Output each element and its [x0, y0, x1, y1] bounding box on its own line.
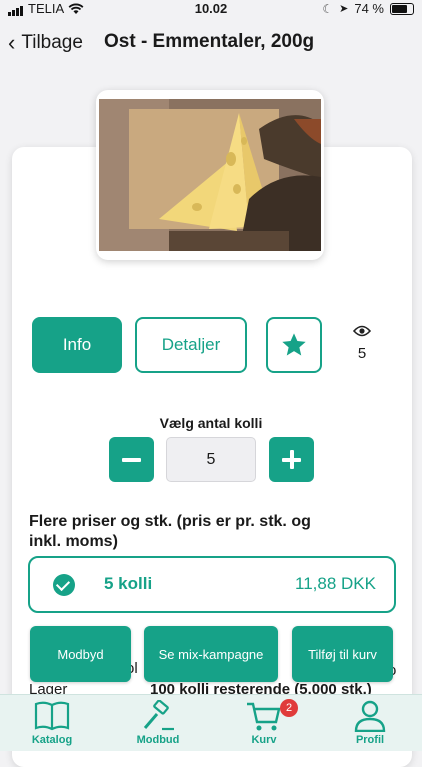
chevron-left-icon: ‹	[8, 30, 16, 55]
book-icon	[34, 701, 70, 731]
cheese-photo	[99, 99, 321, 251]
price-option-quantity: 5 kolli	[104, 574, 153, 593]
battery-percent: 74 %	[354, 1, 384, 16]
star-icon	[282, 333, 306, 356]
tab-kurv-label: Kurv	[251, 734, 277, 746]
status-right: ☾ ➤ 74 %	[322, 1, 414, 16]
page-title: Ost - Emmentaler, 200g	[104, 31, 315, 52]
view-counter: 5	[346, 324, 378, 362]
moon-icon: ☾	[322, 1, 334, 16]
prices-heading: Flere priser og stk. (pris er pr. stk. o…	[29, 513, 311, 550]
add-to-cart-button[interactable]: Tilføj til kurv	[292, 626, 393, 682]
tab-profil[interactable]: Profil	[335, 700, 405, 746]
battery-icon	[390, 2, 414, 15]
price-option-amount: 11,88 DKK	[295, 574, 376, 593]
tab-profil-label: Profil	[355, 734, 385, 746]
cart-icon	[247, 702, 281, 731]
tab-modbud-label: Modbud	[136, 734, 180, 746]
status-bar: TELIA 10.02 ☾ ➤ 74 %	[0, 0, 422, 18]
tab-katalog-label: Katalog	[31, 734, 73, 746]
gavel-icon	[143, 700, 174, 731]
increase-quantity-button[interactable]	[269, 437, 314, 482]
eye-icon	[352, 325, 372, 337]
product-image	[96, 90, 324, 260]
check-circle-icon	[53, 574, 75, 596]
back-label: Tilbage	[21, 32, 83, 53]
mix-campaign-button[interactable]: Se mix-kampagne	[144, 626, 278, 682]
quantity-label: Vælg antal kolli	[159, 415, 263, 431]
tab-modbud[interactable]: Modbud	[123, 700, 193, 746]
details-tab-button[interactable]: Detaljer	[135, 317, 247, 373]
view-count: 5	[357, 345, 367, 362]
person-icon	[354, 700, 386, 732]
navigation-bar: ‹ Tilbage Ost - Emmentaler, 200g	[0, 28, 422, 62]
quantity-input[interactable]: 5	[166, 437, 256, 482]
location-icon: ➤	[339, 3, 349, 15]
info-tab-button[interactable]: Info	[32, 317, 122, 373]
decrease-quantity-button[interactable]	[109, 437, 154, 482]
back-button[interactable]: ‹ Tilbage	[8, 30, 83, 56]
price-option-selected[interactable]: 5 kolli 11,88 DKK	[28, 556, 396, 613]
cart-badge: 2	[280, 699, 298, 717]
favorite-button[interactable]	[266, 317, 322, 373]
tab-katalog[interactable]: Katalog	[17, 700, 87, 746]
counter-offer-button[interactable]: Modbyd	[30, 626, 131, 682]
